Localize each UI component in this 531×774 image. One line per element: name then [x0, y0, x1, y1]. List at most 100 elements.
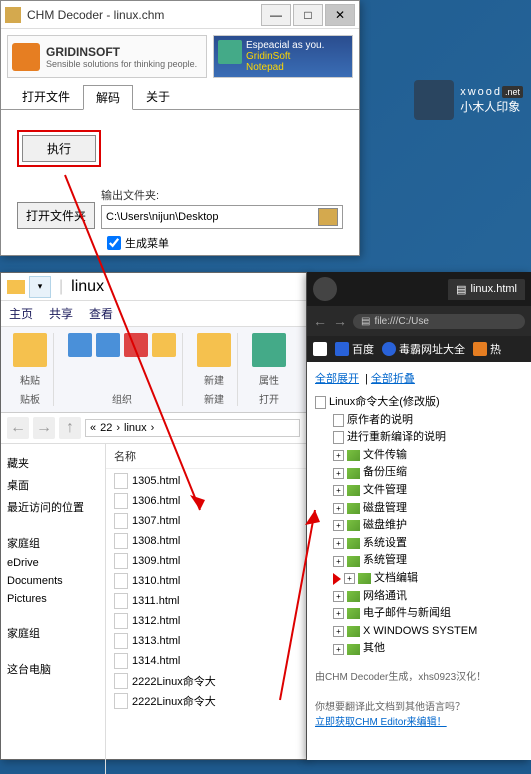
expand-icon[interactable]: +	[333, 591, 344, 602]
tree-item[interactable]: +X WINDOWS SYSTEM	[333, 623, 523, 641]
properties-icon[interactable]	[252, 333, 286, 367]
expand-icon[interactable]: +	[333, 644, 344, 655]
expand-icon[interactable]: +	[333, 450, 344, 461]
tree-item[interactable]: +电子邮件与新闻组	[333, 605, 523, 623]
html-file-icon	[114, 513, 128, 529]
tab-decode[interactable]: 解码	[83, 85, 133, 110]
open-folder-button[interactable]: 打开文件夹	[17, 202, 95, 229]
tree-item[interactable]: +系统设置	[333, 535, 523, 553]
expand-all-link[interactable]: 全部展开	[315, 373, 359, 385]
expand-icon[interactable]: +	[333, 556, 344, 567]
html-file-icon	[114, 473, 128, 489]
file-item[interactable]: 1310.html	[108, 571, 304, 591]
nav-pictures[interactable]: Pictures	[5, 590, 101, 608]
forward-button[interactable]: →	[33, 417, 55, 439]
url-bar[interactable]: ▤ file:///C:/Use	[353, 314, 525, 329]
tree-item[interactable]: +文件传输	[333, 447, 523, 465]
nav-homegroup2[interactable]: 家庭组	[5, 622, 101, 644]
nav-favorites[interactable]: 藏夹	[5, 452, 101, 474]
maximize-button[interactable]: □	[293, 4, 323, 26]
bookmark-home[interactable]	[313, 342, 327, 356]
chm-decoder-window: CHM Decoder - linux.chm — □ ✕ GRIDINSOFT…	[0, 0, 360, 256]
expand-icon[interactable]: +	[333, 608, 344, 619]
notepad-banner[interactable]: Espeacial as you. GridinSoft Notepad	[213, 35, 353, 78]
tree-item[interactable]: +磁盘管理	[333, 500, 523, 518]
output-path-input[interactable]	[106, 211, 314, 223]
expand-icon[interactable]: +	[333, 503, 344, 514]
nav-edrive[interactable]: eDrive	[5, 554, 101, 572]
copy-icon[interactable]	[96, 333, 120, 357]
file-item[interactable]: 1307.html	[108, 511, 304, 531]
expand-icon[interactable]: +	[333, 626, 344, 637]
expand-icon[interactable]: +	[333, 520, 344, 531]
gridinsoft-banner[interactable]: GRIDINSOFT Sensible solutions for thinki…	[7, 35, 207, 78]
collapse-all-link[interactable]: 全部折叠	[371, 373, 415, 385]
tree-item[interactable]: +文件管理	[333, 482, 523, 500]
browse-button[interactable]	[318, 208, 338, 226]
expand-icon[interactable]: +	[333, 538, 344, 549]
file-item[interactable]: 1308.html	[108, 531, 304, 551]
tab-open-file[interactable]: 打开文件	[9, 84, 83, 109]
browser-tab[interactable]: ▤ linux.html	[448, 279, 525, 300]
minimize-button[interactable]: —	[261, 4, 291, 26]
bookmark-hot[interactable]: 热	[473, 341, 501, 357]
nav-homegroup[interactable]: 家庭组	[5, 532, 101, 554]
close-button[interactable]: ✕	[325, 4, 355, 26]
move-icon[interactable]	[68, 333, 92, 357]
book-icon	[347, 608, 360, 619]
expand-icon[interactable]: +	[333, 485, 344, 496]
nav-documents[interactable]: Documents	[5, 572, 101, 590]
browser-forward[interactable]: →	[333, 313, 347, 329]
html-file-icon	[114, 553, 128, 569]
tree-item[interactable]: +磁盘维护	[333, 517, 523, 535]
bookmark-duba[interactable]: 毒霸网址大全	[382, 341, 465, 357]
tree-item[interactable]: +其他	[333, 640, 523, 658]
file-item[interactable]: 1306.html	[108, 491, 304, 511]
generate-menu-checkbox[interactable]	[107, 236, 121, 250]
nav-thispc[interactable]: 这台电脑	[5, 658, 101, 680]
robot-icon	[414, 80, 454, 120]
file-item[interactable]: 1305.html	[108, 471, 304, 491]
bookmark-baidu[interactable]: 百度	[335, 341, 374, 357]
book-icon	[347, 556, 360, 567]
tree-item[interactable]: 原作者的说明	[333, 412, 523, 430]
file-item[interactable]: 1309.html	[108, 551, 304, 571]
browser-window: ▤ linux.html ← → ▤ file:///C:/Use 百度 毒霸网…	[307, 272, 531, 760]
html-file-icon	[114, 673, 128, 689]
tree-item[interactable]: +备份压缩	[333, 464, 523, 482]
new-folder-icon[interactable]	[197, 333, 231, 367]
ribbon-tab-share[interactable]: 共享	[49, 305, 73, 322]
folder-icon	[7, 280, 25, 294]
file-item[interactable]: 1313.html	[108, 631, 304, 651]
browser-back[interactable]: ←	[313, 313, 327, 329]
file-item[interactable]: 1314.html	[108, 651, 304, 671]
execute-button[interactable]: 执行	[22, 135, 96, 162]
tree-item[interactable]: 进行重新编译的说明	[333, 429, 523, 447]
expand-icon[interactable]: +	[344, 573, 355, 584]
ribbon-tab-view[interactable]: 查看	[89, 305, 113, 322]
tab-about[interactable]: 关于	[133, 84, 183, 109]
delete-icon[interactable]	[124, 333, 148, 357]
book-icon	[347, 450, 360, 461]
expand-icon[interactable]: +	[333, 468, 344, 479]
back-button[interactable]: ←	[7, 417, 29, 439]
nav-recent[interactable]: 最近访问的位置	[5, 496, 101, 518]
nav-desktop[interactable]: 桌面	[5, 474, 101, 496]
qat-dropdown[interactable]: ▾	[29, 276, 51, 298]
chm-editor-link[interactable]: 立即获取CHM Editor来编辑！	[315, 717, 447, 728]
paste-icon[interactable]	[13, 333, 47, 367]
file-item[interactable]: 2222Linux命令大	[108, 671, 304, 691]
address-bar[interactable]: « 22 › linux ›	[85, 419, 300, 437]
file-item[interactable]: 2222Linux命令大	[108, 691, 304, 711]
up-button[interactable]: ↑	[59, 417, 81, 439]
rename-icon[interactable]	[152, 333, 176, 357]
tree-item[interactable]: +文档编辑	[333, 570, 523, 588]
browser-logo-icon[interactable]	[313, 277, 337, 301]
ribbon-tab-home[interactable]: 主页	[9, 305, 33, 322]
column-name[interactable]: 名称	[106, 444, 306, 469]
tree-item[interactable]: +系统管理	[333, 552, 523, 570]
tree-item[interactable]: +网络通讯	[333, 588, 523, 606]
file-item[interactable]: 1312.html	[108, 611, 304, 631]
file-item[interactable]: 1311.html	[108, 591, 304, 611]
tree-root[interactable]: Linux命令大全(修改版)	[315, 394, 523, 412]
